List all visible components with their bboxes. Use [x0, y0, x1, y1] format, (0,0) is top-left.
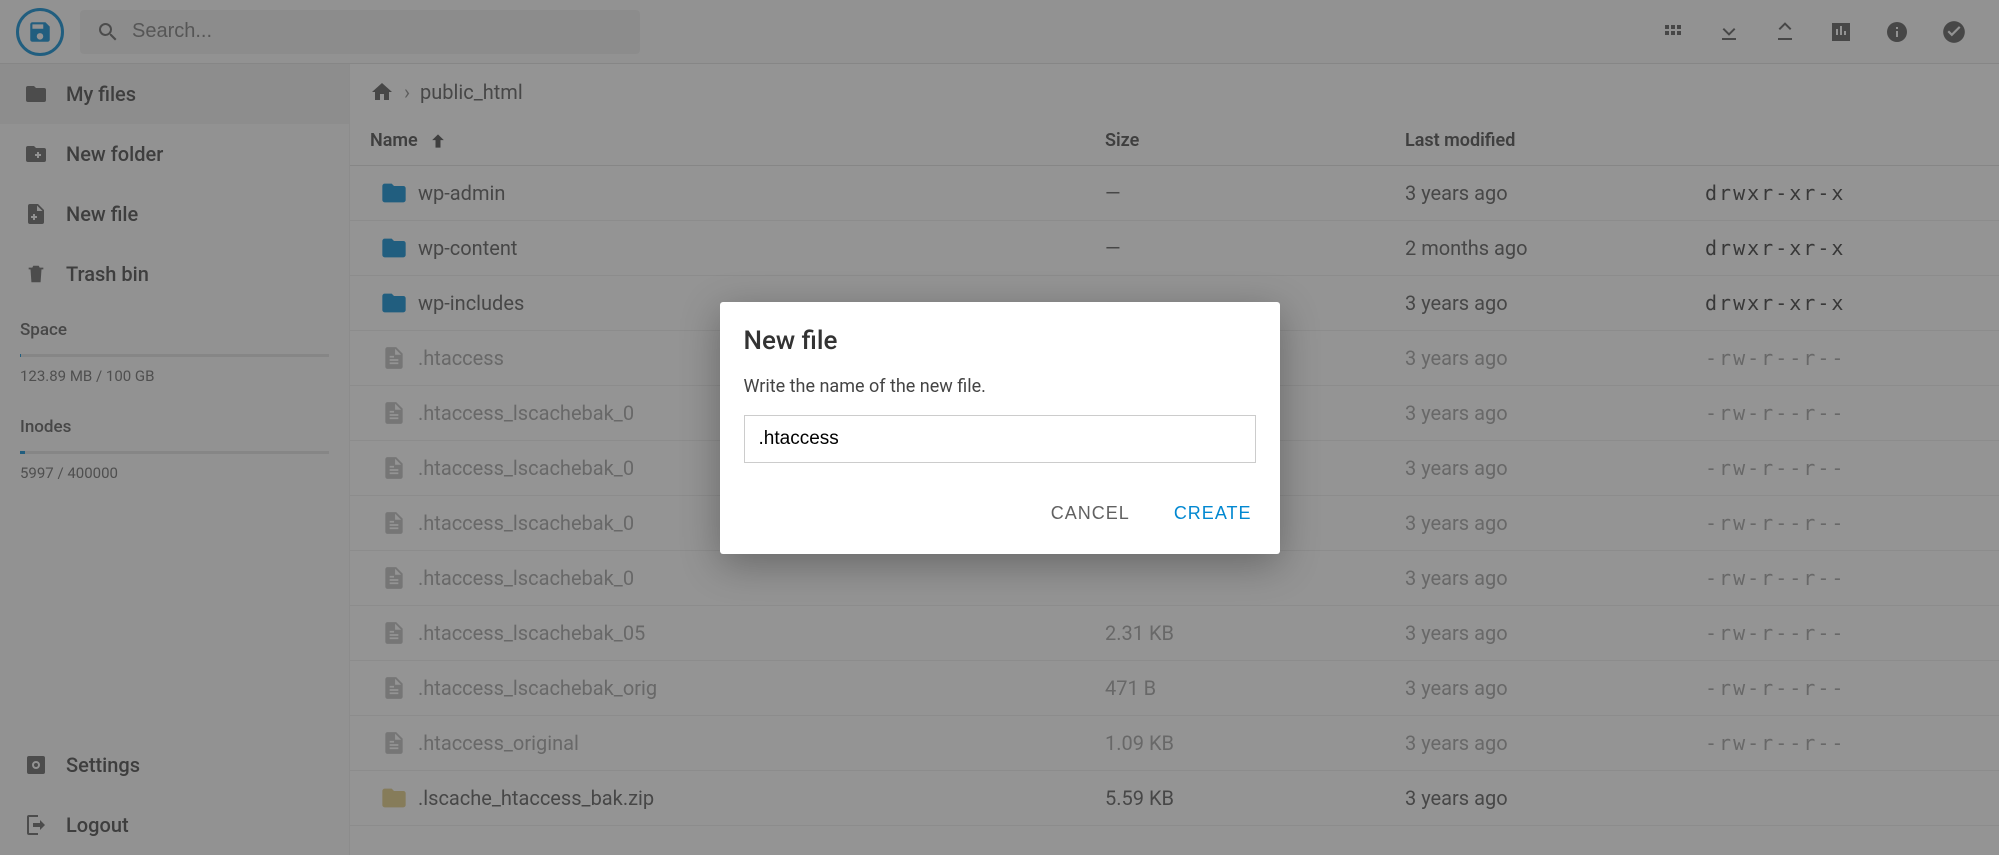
new-file-dialog: New file Write the name of the new file.…	[720, 302, 1280, 554]
cancel-button[interactable]: CANCEL	[1047, 497, 1134, 530]
dialog-message: Write the name of the new file.	[744, 376, 1256, 397]
filename-input[interactable]	[744, 415, 1256, 463]
create-button[interactable]: CREATE	[1170, 497, 1256, 530]
modal-overlay[interactable]: New file Write the name of the new file.…	[0, 0, 1999, 855]
dialog-title: New file	[744, 326, 1256, 356]
